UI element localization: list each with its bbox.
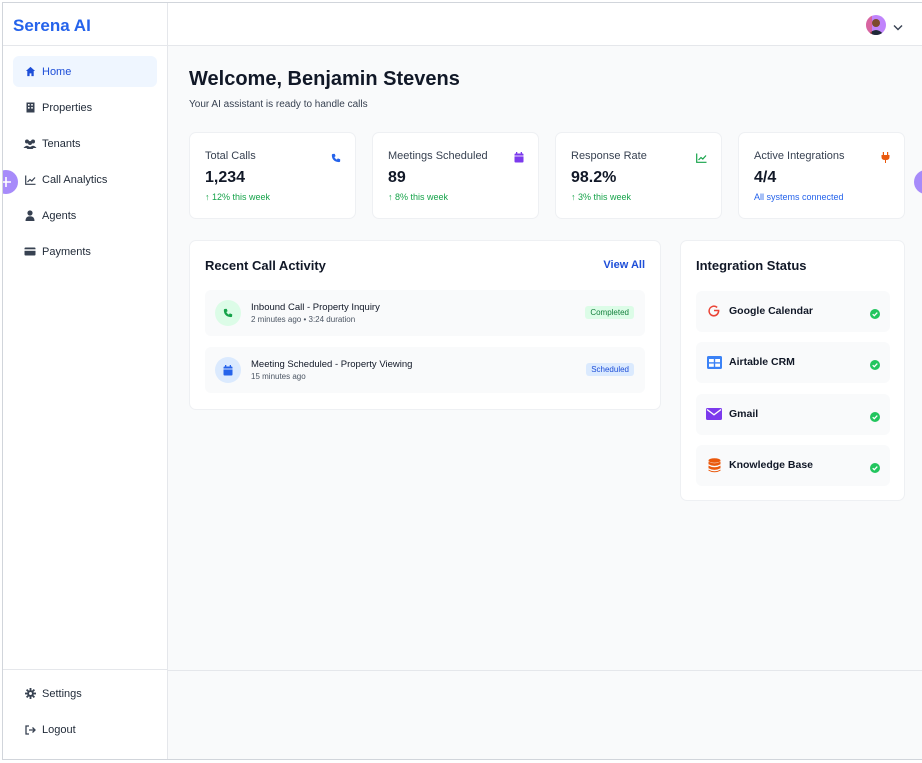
sidebar-item-label: Payments [42, 245, 91, 258]
check-circle-icon [870, 357, 880, 375]
brand-logo[interactable]: Serena AI [3, 3, 167, 46]
stat-value: 4/4 [754, 169, 777, 186]
page-title: Welcome, Benjamin Stevens [189, 68, 460, 90]
sidebar-footer: Settings Logout [3, 669, 167, 759]
phone-icon [331, 150, 341, 168]
phone-icon [215, 300, 241, 326]
sidebar-item-label: Tenants [42, 137, 81, 150]
google-icon [706, 303, 722, 319]
gear-icon [21, 688, 39, 699]
sidebar-item-label: Call Analytics [42, 173, 108, 186]
integration-item-airtable-crm[interactable]: Airtable CRM [696, 342, 890, 383]
user-tie-icon [21, 210, 39, 221]
chevron-down-icon[interactable] [893, 18, 903, 36]
stat-label: Meetings Scheduled [388, 150, 488, 162]
sidebar-nav: Home Properties Tenants Call Analytics A… [3, 46, 167, 267]
call-meta: 15 minutes ago [251, 372, 306, 381]
home-icon [21, 66, 39, 77]
sidebar-item-label: Logout [42, 723, 76, 736]
stat-delta: ↑ 12% this week [205, 192, 271, 202]
panel-title: Integration Status [696, 258, 807, 273]
check-circle-icon [870, 460, 880, 478]
sidebar-item-tenants[interactable]: Tenants [13, 128, 157, 159]
stat-delta: All systems connected [754, 192, 844, 202]
stat-label: Total Calls [205, 150, 256, 162]
call-title: Meeting Scheduled - Property Viewing [251, 359, 413, 370]
status-badge: Completed [585, 306, 634, 319]
sidebar-item-call-analytics[interactable]: Call Analytics [13, 164, 157, 195]
logout-icon [21, 724, 39, 735]
sidebar-item-home[interactable]: Home [13, 56, 157, 87]
sidebar-item-label: Home [42, 65, 72, 78]
stat-card-total-calls: Total Calls 1,234 ↑ 12% this week [189, 132, 356, 219]
sidebar-item-agents[interactable]: Agents [13, 200, 157, 231]
chart-line-icon [696, 150, 707, 168]
integration-item-knowledge-base[interactable]: Knowledge Base [696, 445, 890, 486]
plus-icon [3, 177, 11, 187]
sidebar-item-properties[interactable]: Properties [13, 92, 157, 123]
integration-status-panel: Integration Status Google Calendar Airta… [680, 240, 905, 501]
calendar-icon [514, 150, 524, 168]
stat-label: Response Rate [571, 150, 647, 162]
sidebar-item-settings[interactable]: Settings [13, 678, 157, 709]
envelope-icon [706, 406, 722, 422]
integration-name: Gmail [729, 408, 759, 420]
integration-name: Airtable CRM [729, 356, 795, 368]
page-subtitle: Your AI assistant is ready to handle cal… [189, 99, 368, 110]
table-icon [706, 354, 722, 370]
stat-value: 1,234 [205, 169, 246, 186]
list-item[interactable]: Inbound Call - Property Inquiry 2 minute… [205, 290, 645, 336]
call-meta: 2 minutes ago • 3:24 duration [251, 315, 356, 324]
stat-card-response-rate: Response Rate 98.2% ↑ 3% this week [555, 132, 722, 219]
credit-card-icon [21, 247, 39, 256]
stat-card-integrations: Active Integrations 4/4 All systems conn… [738, 132, 905, 219]
chart-line-icon [21, 175, 39, 185]
app-window: Serena AI Home Properties Tenants Call A… [2, 2, 922, 760]
stat-delta: ↑ 8% this week [388, 192, 449, 202]
stat-delta: ↑ 3% this week [571, 192, 632, 202]
view-all-link[interactable]: View All [603, 259, 645, 271]
list-item[interactable]: Meeting Scheduled - Property Viewing 15 … [205, 347, 645, 393]
status-badge: Scheduled [586, 363, 634, 376]
integration-name: Google Calendar [729, 305, 814, 317]
stat-card-meetings: Meetings Scheduled 89 ↑ 8% this week [372, 132, 539, 219]
call-title: Inbound Call - Property Inquiry [251, 302, 380, 313]
user-avatar[interactable] [866, 15, 886, 35]
integration-item-gmail[interactable]: Gmail [696, 394, 890, 435]
top-bar [168, 3, 922, 46]
calendar-icon [215, 357, 241, 383]
plug-icon [881, 150, 890, 168]
stat-value: 98.2% [571, 169, 617, 186]
stat-label: Active Integrations [754, 150, 845, 162]
integration-name: Knowledge Base [729, 459, 814, 471]
main-content: Welcome, Benjamin Stevens Your AI assist… [168, 46, 922, 670]
sidebar-item-label: Properties [42, 101, 93, 114]
sidebar-item-label: Settings [42, 687, 82, 700]
stat-value: 89 [388, 169, 406, 186]
sidebar-item-label: Agents [42, 209, 77, 222]
building-icon [21, 102, 39, 113]
recent-call-activity-panel: Recent Call Activity View All Inbound Ca… [189, 240, 661, 410]
sidebar-item-logout[interactable]: Logout [13, 714, 157, 745]
footer-area [168, 670, 922, 759]
check-circle-icon [870, 306, 880, 324]
database-icon [706, 457, 722, 473]
sidebar: Serena AI Home Properties Tenants Call A… [3, 3, 168, 759]
panel-title: Recent Call Activity [205, 258, 326, 273]
users-icon [21, 139, 39, 149]
check-circle-icon [870, 409, 880, 427]
integration-item-google-calendar[interactable]: Google Calendar [696, 291, 890, 332]
sidebar-item-payments[interactable]: Payments [13, 236, 157, 267]
